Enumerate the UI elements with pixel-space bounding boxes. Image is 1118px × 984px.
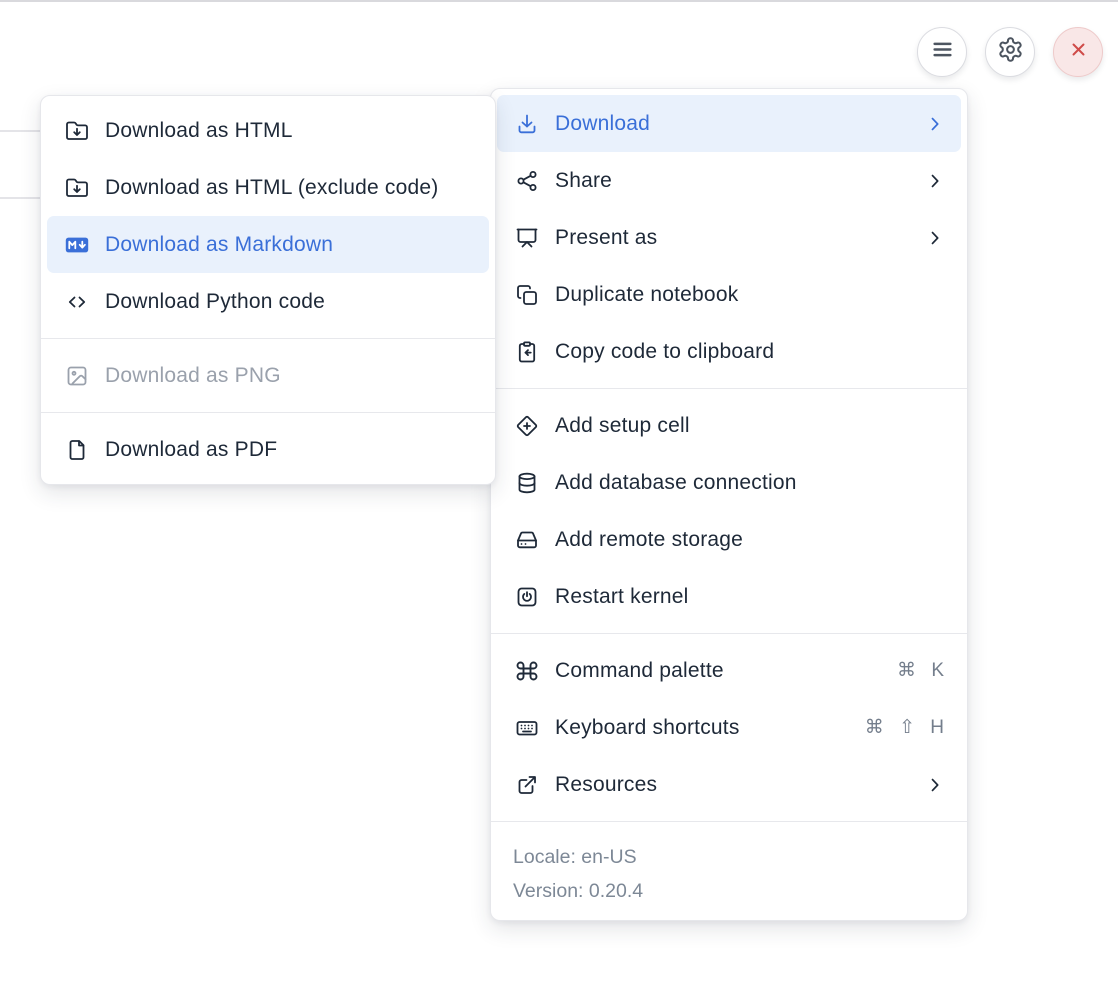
close-button[interactable]: [1053, 27, 1103, 77]
menu-separator: [41, 412, 495, 413]
close-icon: [1067, 38, 1090, 66]
menu-item-copy-code[interactable]: Copy code to clipboard: [497, 323, 961, 380]
menu-item-download-pdf[interactable]: Download as PDF: [47, 421, 489, 478]
menu-item-label: Add remote storage: [555, 528, 945, 552]
chevron-right-icon: [925, 114, 945, 134]
download-submenu: Download as HTML Download as HTML (exclu…: [40, 95, 496, 485]
menu-item-resources[interactable]: Resources: [497, 756, 961, 813]
settings-button[interactable]: [985, 27, 1035, 77]
menu-item-duplicate-notebook[interactable]: Duplicate notebook: [497, 266, 961, 323]
menu-item-label: Download: [555, 112, 909, 136]
duplicate-icon: [515, 283, 539, 307]
presentation-icon: [515, 226, 539, 250]
menu-item-share[interactable]: Share: [497, 152, 961, 209]
menu-item-label: Download as PDF: [105, 438, 473, 462]
menu-separator: [491, 633, 967, 634]
menu-item-label: Download as Markdown: [105, 233, 473, 257]
backdrop-cell-border: [0, 197, 42, 199]
menu-item-add-database-connection[interactable]: Add database connection: [497, 454, 961, 511]
keyboard-icon: [515, 716, 539, 740]
menu-separator: [491, 388, 967, 389]
chevron-right-icon: [925, 171, 945, 191]
menu-item-label: Download as HTML: [105, 119, 473, 143]
clipboard-copy-icon: [515, 340, 539, 364]
menu-item-label: Present as: [555, 226, 909, 250]
floating-toolbar: [917, 27, 1103, 77]
markdown-icon: [65, 233, 89, 257]
menu-item-label: Keyboard shortcuts: [555, 716, 849, 740]
shortcut-badge: ⌘ K: [897, 659, 945, 682]
menu-item-label: Share: [555, 169, 909, 193]
hamburger-icon: [929, 36, 956, 68]
database-icon: [515, 471, 539, 495]
menu-footer: Locale: en-US Version: 0.20.4: [491, 830, 967, 914]
shortcut-badge: ⌘ ⇧ H: [865, 716, 945, 739]
menu-item-download-png: Download as PNG: [47, 347, 489, 404]
menu-item-command-palette[interactable]: Command palette ⌘ K: [497, 642, 961, 699]
menu-item-label: Add database connection: [555, 471, 945, 495]
menu-item-download[interactable]: Download: [497, 95, 961, 152]
folder-down-icon: [65, 119, 89, 143]
folder-down-icon: [65, 176, 89, 200]
menu-item-add-setup-cell[interactable]: Add setup cell: [497, 397, 961, 454]
image-icon: [65, 364, 89, 388]
menu-item-download-html[interactable]: Download as HTML: [47, 102, 489, 159]
download-icon: [515, 112, 539, 136]
menu-item-label: Download as PNG: [105, 364, 473, 388]
menu-item-label: Download Python code: [105, 290, 473, 314]
page-top-border: [0, 0, 1118, 2]
power-icon: [515, 585, 539, 609]
file-icon: [65, 438, 89, 462]
menu-item-label: Download as HTML (exclude code): [105, 176, 473, 200]
backdrop-cell-border: [0, 130, 42, 132]
menu-item-present-as[interactable]: Present as: [497, 209, 961, 266]
external-link-icon: [515, 773, 539, 797]
chevron-right-icon: [925, 775, 945, 795]
menu-button[interactable]: [917, 27, 967, 77]
version-text: Version: 0.20.4: [513, 874, 967, 908]
notebook-menu: Download Share Present as Duplicate note…: [490, 88, 968, 921]
menu-separator: [41, 338, 495, 339]
command-icon: [515, 659, 539, 683]
gear-icon: [997, 36, 1024, 68]
share-icon: [515, 169, 539, 193]
code-icon: [65, 290, 89, 314]
menu-item-label: Copy code to clipboard: [555, 340, 945, 364]
menu-item-label: Resources: [555, 773, 909, 797]
menu-item-label: Restart kernel: [555, 585, 945, 609]
menu-separator: [491, 821, 967, 822]
diamond-plus-icon: [515, 414, 539, 438]
menu-item-label: Duplicate notebook: [555, 283, 945, 307]
hard-drive-icon: [515, 528, 539, 552]
menu-item-restart-kernel[interactable]: Restart kernel: [497, 568, 961, 625]
menu-item-label: Add setup cell: [555, 414, 945, 438]
menu-item-download-python-code[interactable]: Download Python code: [47, 273, 489, 330]
locale-text: Locale: en-US: [513, 840, 967, 874]
chevron-right-icon: [925, 228, 945, 248]
menu-item-download-html-exclude-code[interactable]: Download as HTML (exclude code): [47, 159, 489, 216]
menu-item-keyboard-shortcuts[interactable]: Keyboard shortcuts ⌘ ⇧ H: [497, 699, 961, 756]
menu-item-download-markdown[interactable]: Download as Markdown: [47, 216, 489, 273]
menu-item-add-remote-storage[interactable]: Add remote storage: [497, 511, 961, 568]
menu-item-label: Command palette: [555, 659, 881, 683]
